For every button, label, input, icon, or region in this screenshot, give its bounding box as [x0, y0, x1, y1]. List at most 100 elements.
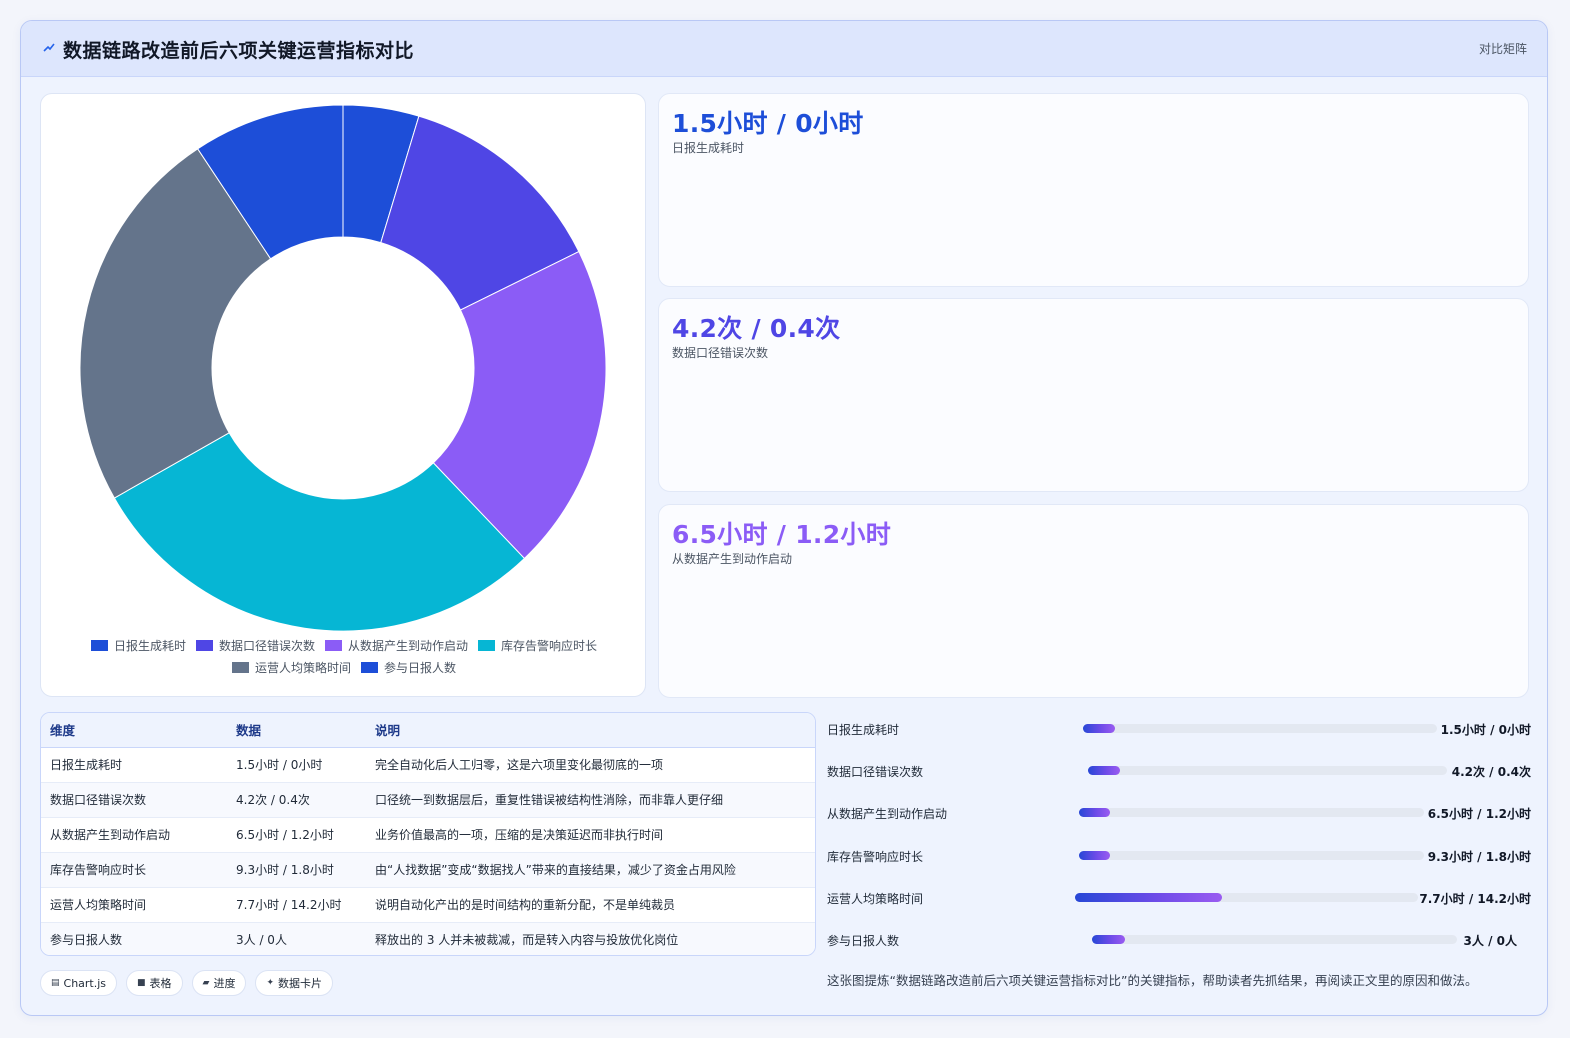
progress-value: 9.3小时 / 1.8小时 — [1427, 850, 1531, 864]
progress-label: 数据口径错误次数 — [827, 765, 924, 779]
column-header: 说明 — [366, 713, 815, 748]
progress-label: 库存告警响应时长 — [827, 850, 924, 864]
progress-row: 从数据产生到动作启动 6.5小时 / 1.2小时 — [827, 803, 1531, 823]
table-row: 参与日报人数 3人 / 0人 释放出的 3 人并未被裁减，而是转入内容与投放优化… — [41, 922, 815, 955]
view-mode-label[interactable]: 对比矩阵 — [1479, 40, 1527, 57]
table-row: 数据口径错误次数 4.2次 / 0.4次 口径统一到数据层后，重复性错误被结构性… — [41, 782, 815, 818]
legend-swatch — [231, 661, 249, 673]
progress-label: 参与日报人数 — [827, 934, 900, 948]
chart-legend: 日报生成耗时 数据口径错误次数 从数据产生到动作启动 库存告警响应时长运营人均策略时间… — [61, 637, 627, 675]
progress-row: 运营人均策略时间 7.7小时 / 14.2小时 — [827, 888, 1531, 908]
progress-track — [1083, 724, 1437, 733]
legend-swatch — [478, 639, 496, 651]
progress-label: 日报生成耗时 — [827, 723, 900, 737]
chip-label: 进度 — [213, 977, 236, 990]
chip-progress[interactable]: ▰ 进度 — [191, 970, 247, 996]
dashboard-panel: 数据链路改造前后六项关键运营指标对比 对比矩阵 日报生成耗时 数据口径错误次数 从数… — [20, 20, 1548, 1016]
legend-label: 运营人均策略时间 — [254, 660, 351, 675]
table-cell: 说明自动化产出的是时间结构的重新分配，不是单纯裁员 — [366, 887, 815, 923]
progress-value: 3人 / 0人 — [1463, 934, 1517, 948]
progress-fill — [1088, 766, 1121, 775]
kpi-label: 从数据产生到动作启动 — [672, 552, 793, 566]
table-icon: ■ — [137, 978, 146, 988]
sparkle-icon: ✦ — [266, 978, 275, 988]
progress-value: 4.2次 / 0.4次 — [1451, 765, 1531, 779]
legend-swatch — [90, 639, 108, 651]
legend-item[interactable]: 日报生成耗时 — [90, 637, 186, 653]
table-row: 日报生成耗时 1.5小时 / 0小时 完全自动化后人工归零，这是六项里变化最彻底… — [41, 747, 815, 783]
progress-value: 6.5小时 / 1.2小时 — [1427, 807, 1531, 821]
donut-chart-card: 日报生成耗时 数据口径错误次数 从数据产生到动作启动 库存告警响应时长运营人均策略时间… — [40, 93, 646, 697]
legend-label: 日报生成耗时 — [113, 638, 186, 653]
legend-item[interactable]: 运营人均策略时间 — [231, 659, 351, 675]
progress-row: 库存告警响应时长 9.3小时 / 1.8小时 — [827, 846, 1531, 866]
chip-chartjs[interactable]: ▤ Chart.js — [40, 970, 118, 996]
legend-swatch — [361, 661, 378, 673]
progress-row: 数据口径错误次数 4.2次 / 0.4次 — [827, 761, 1531, 781]
progress-row: 参与日报人数 3人 / 0人 — [827, 930, 1531, 950]
legend-item[interactable]: 从数据产生到动作启动 — [325, 637, 468, 653]
legend-item[interactable]: 数据口径错误次数 — [195, 637, 315, 653]
table-row: 运营人均策略时间 7.7小时 / 14.2小时 说明自动化产出的是时间结构的重新… — [41, 887, 815, 923]
legend-swatch — [325, 639, 342, 651]
progress-value: 7.7小时 / 14.2小时 — [1419, 892, 1531, 906]
chip-label: 数据卡片 — [278, 977, 323, 990]
progress-track — [1079, 808, 1424, 817]
table-cell: 业务价值最高的一项，压缩的是决策延迟而非执行时间 — [366, 817, 815, 853]
progress-fill — [1092, 935, 1125, 944]
progress-fill — [1083, 724, 1115, 733]
progress-track — [1092, 935, 1457, 944]
table-cell: 释放出的 3 人并未被裁减，而是转入内容与投放优化岗位 — [366, 922, 815, 955]
kpi-value: 6.5小时 / 1.2小时 — [672, 520, 892, 549]
progress-icon: ▰ — [202, 978, 210, 988]
kpi-label: 日报生成耗时 — [672, 141, 745, 155]
legend-item[interactable]: 库存告警响应时长 — [478, 637, 597, 653]
chip-data-card[interactable]: ✦ 数据卡片 — [255, 970, 334, 996]
progress-fill — [1075, 893, 1223, 902]
kpi-card: 1.5小时 / 0小时 日报生成耗时 — [658, 93, 1529, 287]
legend-label: 参与日报人数 — [384, 660, 457, 675]
chart-icon: ▤ — [51, 978, 60, 988]
column-header: 维度 — [41, 713, 227, 748]
kpi-value: 4.2次 / 0.4次 — [672, 314, 841, 343]
progress-row: 日报生成耗时 1.5小时 / 0小时 — [827, 719, 1531, 739]
progress-track — [1079, 851, 1424, 860]
kpi-card: 4.2次 / 0.4次 数据口径错误次数 — [658, 298, 1529, 492]
table-cell: 6.5小时 / 1.2小时 — [227, 817, 366, 853]
table-row: 从数据产生到动作启动 6.5小时 / 1.2小时 业务价值最高的一项，压缩的是决… — [41, 817, 815, 853]
table-cell: 口径统一到数据层后，重复性错误被结构性消除，而非靠人更仔细 — [366, 782, 815, 818]
table-cell: 日报生成耗时 — [41, 747, 227, 783]
chip-table[interactable]: ■ 表格 — [126, 970, 183, 996]
kpi-label: 数据口径错误次数 — [672, 346, 769, 360]
trend-line-icon — [43, 43, 55, 52]
legend-label: 数据口径错误次数 — [218, 638, 315, 653]
progress-value: 1.5小时 / 0小时 — [1440, 723, 1531, 737]
table-cell: 7.7小时 / 14.2小时 — [227, 887, 366, 923]
table-cell: 由“人找数据”变成“数据找人”带来的直接结果，减少了资金占用风险 — [366, 852, 815, 888]
tag-chip-row: ▤ Chart.js ■ 表格 ▰ 进度 ✦ 数据卡片 — [40, 970, 334, 996]
progress-track — [1088, 766, 1447, 775]
donut-chart — [79, 104, 607, 632]
table-header-row: 维度 数据 说明 — [41, 713, 815, 748]
chip-label: 表格 — [149, 977, 172, 990]
legend-label: 从数据产生到动作启动 — [348, 638, 469, 653]
comparison-table: 维度 数据 说明 日报生成耗时 1.5小时 / 0小时 完全自动化后人工归零，这… — [40, 712, 816, 956]
table-cell: 参与日报人数 — [41, 922, 227, 955]
table-cell: 完全自动化后人工归零，这是六项里变化最彻底的一项 — [366, 747, 815, 783]
table-cell: 运营人均策略时间 — [41, 887, 227, 923]
legend-label: 库存告警响应时长 — [501, 638, 598, 653]
column-header: 数据 — [227, 713, 366, 748]
table-cell: 3人 / 0人 — [227, 922, 366, 955]
progress-fill — [1079, 808, 1111, 817]
table-cell: 4.2次 / 0.4次 — [227, 782, 366, 818]
progress-fill — [1079, 851, 1111, 860]
table-row: 库存告警响应时长 9.3小时 / 1.8小时 由“人找数据”变成“数据找人”带来… — [41, 852, 815, 888]
kpi-value: 1.5小时 / 0小时 — [672, 109, 864, 138]
legend-item[interactable]: 参与日报人数 — [361, 659, 456, 675]
progress-label: 从数据产生到动作启动 — [827, 807, 948, 821]
page-title: 数据链路改造前后六项关键运营指标对比 — [63, 40, 415, 62]
progress-track — [1075, 893, 1418, 902]
chip-label: Chart.js — [63, 976, 107, 990]
table-cell: 9.3小时 / 1.8小时 — [227, 852, 366, 888]
table-cell: 库存告警响应时长 — [41, 852, 227, 888]
